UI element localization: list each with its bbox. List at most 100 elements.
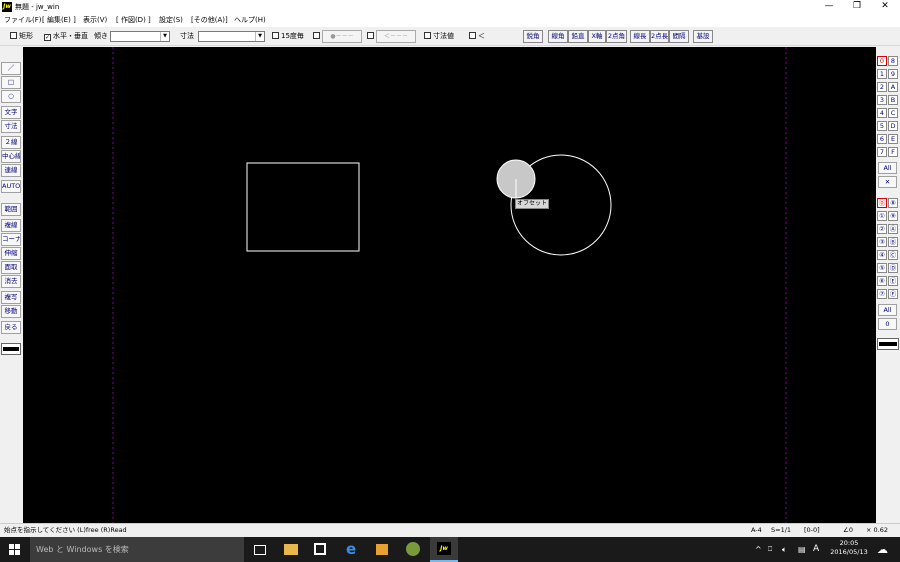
dots-checkbox[interactable] [313,32,320,39]
layer-group-button-2-0[interactable]: ② [877,224,887,234]
menu-settings[interactable]: 設定(S) [159,16,183,25]
layer-button-4-1[interactable]: C [888,108,898,118]
two-point-angle-button[interactable]: 2点角 [606,30,627,43]
restore-button[interactable]: ❐ [842,0,872,14]
menu-draw[interactable]: [ 作図(D) ] [116,16,151,25]
file-explorer-icon[interactable] [284,544,298,555]
layer-group-button-6-0[interactable]: ⑥ [877,276,887,286]
layer-group-button-4-1[interactable]: Ⓒ [888,250,898,260]
layer-button-0-1[interactable]: 8 [888,56,898,66]
network-icon[interactable]: ⎕ [768,537,772,562]
layer-button-5-0[interactable]: 5 [877,121,887,131]
layer-button-7-1[interactable]: F [888,147,898,157]
double-line-tool[interactable]: ２線 [1,136,21,149]
scale-value[interactable]: S=1/1 [771,526,791,535]
arrow-checkbox[interactable] [367,32,374,39]
layer-group-button-3-1[interactable]: Ⓑ [888,237,898,247]
vertical-button[interactable]: 鉛直 [568,30,588,43]
drawing-canvas[interactable]: オフセット [23,47,876,523]
notification-msg-icon[interactable]: ▤ [798,537,806,562]
volume-icon[interactable]: 🔈︎ [782,537,787,562]
range-tool[interactable]: 範囲 [1,203,21,216]
arrow-line-button[interactable]: ＜－－－ [376,30,416,43]
dimval-checkbox[interactable] [424,32,431,39]
dim-combo[interactable]: ▼ [198,31,265,42]
hv-checkbox[interactable]: ✓ [44,34,51,41]
hv-toggle[interactable]: ✓ 水平・垂直 [44,31,88,41]
layer-button-1-1[interactable]: 9 [888,69,898,79]
menu-file[interactable]: ファイル(F) [4,16,42,25]
layer-group-button-1-1[interactable]: ⑨ [888,211,898,221]
layer-group-button-3-0[interactable]: ③ [877,237,887,247]
erase-tool[interactable]: 消去 [1,275,21,288]
rect-toggle[interactable]: 矩形 [10,31,33,41]
rect-tool[interactable]: □ [1,76,21,89]
base-set-button[interactable]: 基設 [693,30,713,43]
connect-line-tool[interactable]: 連線 [1,164,21,177]
interval-button[interactable]: 間隔 [669,30,689,43]
center-line-tool[interactable]: 中心線 [1,150,21,163]
deg15-checkbox[interactable] [272,32,279,39]
chevron-up-icon[interactable]: ^ [755,537,762,562]
line-angle-button[interactable]: 線角 [548,30,568,43]
jw-cad-task-button[interactable]: Jw [430,537,458,562]
layer-button-2-0[interactable]: 2 [877,82,887,92]
x-axis-button[interactable]: X軸 [588,30,606,43]
layer-button-4-0[interactable]: 4 [877,108,887,118]
taskbar-clock[interactable]: 20:05 2016/05/13 [826,539,872,557]
corner-tool[interactable]: コーナー [1,233,21,246]
layer-button-6-0[interactable]: 6 [877,134,887,144]
close-button[interactable]: ✕ [870,0,900,14]
layer-group-button-4-0[interactable]: ④ [877,250,887,260]
auto-tool[interactable]: AUTO [1,180,21,193]
undo-button[interactable]: 戻る [1,321,21,334]
angle-combo[interactable]: ▼ [110,31,170,42]
rect-checkbox[interactable] [10,32,17,39]
copy-tool[interactable]: 複写 [1,291,21,304]
menu-edit[interactable]: [ 編集(E) ] [42,16,76,25]
layer-group-button-7-0[interactable]: ⑦ [877,289,887,299]
layer-group-button-2-1[interactable]: Ⓐ [888,224,898,234]
chevron-down-icon[interactable]: ▼ [255,32,264,41]
line-tool[interactable]: ／ [1,62,21,75]
angle-indicator[interactable]: ∠0 [843,526,853,535]
layer-x-button[interactable]: ✕ [878,176,897,188]
drawn-rectangle[interactable] [246,162,360,252]
paper-size[interactable]: A-4 [751,526,762,535]
layer-button-3-0[interactable]: 3 [877,95,887,105]
layer-group-button-1-0[interactable]: ① [877,211,887,221]
deg15-toggle[interactable]: 15度毎 [272,31,304,41]
group-zero-button[interactable]: 0 [878,318,897,330]
taskbar-search-input[interactable]: Web と Windows を検索 [30,537,244,562]
layer-group-button-5-0[interactable]: ⑤ [877,263,887,273]
dot-line-button[interactable]: ●－－－ [322,30,362,43]
edge-browser-icon[interactable]: e [346,542,360,557]
layer-group-button-0-0[interactable]: ⓪ [877,198,887,208]
menu-view[interactable]: 表示(V) [83,16,107,25]
layer-group-button-6-1[interactable]: Ⓔ [888,276,898,286]
acute-button[interactable]: 鋭角 [523,30,543,43]
layer-button-0-0[interactable]: 0 [877,56,887,66]
layer-indicator[interactable]: [0-0] [804,526,820,535]
ime-indicator[interactable]: A [813,537,819,562]
layer-button-6-1[interactable]: E [888,134,898,144]
action-center-icon[interactable]: ☁ [877,537,888,562]
lt-toggle[interactable]: ＜ [469,31,485,41]
zoom-indicator[interactable]: × 0.62 [866,526,888,535]
line-length-button[interactable]: 線長 [630,30,650,43]
circle-tool[interactable]: ○ [1,90,21,103]
layer-group-button-5-1[interactable]: Ⓓ [888,263,898,273]
move-tool[interactable]: 移動 [1,305,21,318]
layer-button-3-1[interactable]: B [888,95,898,105]
two-point-length-button[interactable]: 2点長 [650,30,669,43]
menu-other[interactable]: [その他(A)] [191,16,228,25]
layer-group-button-0-1[interactable]: ⑧ [888,198,898,208]
chevron-down-icon[interactable]: ▼ [160,32,169,41]
arrow-toggle[interactable] [367,31,376,41]
line-style-swatch[interactable] [1,343,21,355]
lt-checkbox[interactable] [469,32,476,39]
store-icon[interactable] [314,543,326,555]
canvas-svg[interactable] [23,47,876,523]
media-player-icon[interactable] [376,544,388,555]
layer-button-5-1[interactable]: D [888,121,898,131]
